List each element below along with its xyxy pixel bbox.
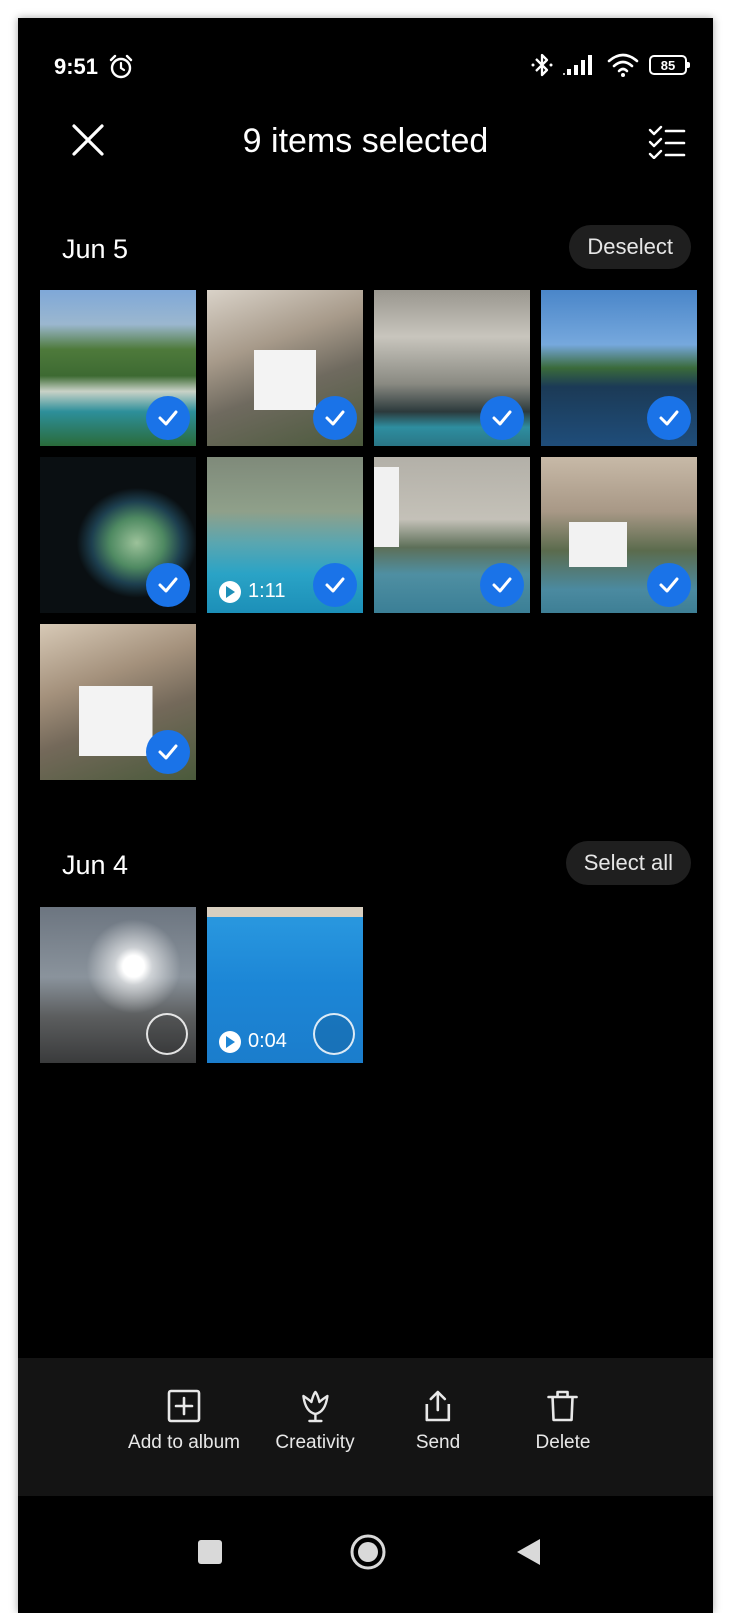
recents-button[interactable]	[188, 1530, 232, 1574]
action-toolbar: Add to album Creativity Send Delete	[18, 1358, 713, 1496]
battery-icon: 85	[649, 55, 690, 75]
photo-thumbnail[interactable]	[40, 457, 196, 613]
section-date-jun4: Jun 4	[62, 850, 129, 880]
video-thumbnail[interactable]: 0:04	[207, 907, 363, 1063]
checklist-icon	[648, 125, 686, 159]
selected-check-icon[interactable]	[313, 396, 357, 440]
photo-thumbnail[interactable]	[40, 907, 196, 1063]
selected-check-icon[interactable]	[647, 396, 691, 440]
video-duration-text: 1:11	[248, 580, 286, 602]
selected-check-icon[interactable]	[146, 730, 190, 774]
selected-check-icon[interactable]	[313, 563, 357, 607]
select-all-button[interactable]: Select all	[565, 841, 691, 885]
unselected-circle-icon[interactable]	[313, 1013, 355, 1055]
home-circle-icon	[350, 1534, 386, 1570]
delete-button[interactable]: Delete	[535, 1388, 591, 1454]
wifi-icon	[607, 53, 639, 77]
system-nav-bar	[18, 1496, 713, 1613]
signal-icon	[563, 55, 592, 75]
photo-thumbnail[interactable]	[374, 290, 530, 446]
photo-thumbnail[interactable]	[40, 624, 196, 780]
deselect-button[interactable]: Deselect	[569, 225, 691, 269]
selected-check-icon[interactable]	[146, 396, 190, 440]
play-icon	[219, 580, 241, 603]
home-button[interactable]	[346, 1530, 390, 1574]
trash-icon	[547, 1390, 579, 1422]
page-title: 9 items selected	[242, 122, 489, 160]
bluetooth-icon	[531, 53, 553, 77]
video-duration: 0:04	[219, 1030, 287, 1053]
photo-thumbnail[interactable]	[541, 290, 697, 446]
section-date-jun5: Jun 5	[62, 234, 129, 264]
photo-thumbnail[interactable]	[207, 290, 363, 446]
tulip-icon	[301, 1390, 329, 1423]
video-duration: 1:11	[219, 580, 285, 603]
battery-level: 85	[660, 57, 676, 73]
selected-check-icon[interactable]	[480, 396, 524, 440]
photo-thumbnail[interactable]	[541, 457, 697, 613]
square-icon	[198, 1540, 222, 1564]
photo-thumbnail[interactable]	[374, 457, 530, 613]
add-to-album-button[interactable]: Add to album	[128, 1388, 240, 1454]
alarm-clock-icon	[109, 54, 133, 79]
selected-check-icon[interactable]	[480, 563, 524, 607]
unselected-circle-icon[interactable]	[146, 1013, 188, 1055]
add-to-album-label: Add to album	[128, 1432, 240, 1453]
status-time: 9:51	[54, 54, 99, 79]
photo-thumbnail[interactable]	[40, 290, 196, 446]
creativity-label: Creativity	[275, 1432, 355, 1453]
delete-label: Delete	[535, 1432, 591, 1453]
send-label: Send	[415, 1432, 461, 1453]
video-thumbnail[interactable]: 1:11	[207, 457, 363, 613]
video-duration-text: 0:04	[248, 1030, 287, 1052]
selected-check-icon[interactable]	[146, 563, 190, 607]
back-button[interactable]	[506, 1530, 550, 1574]
phone-screen: 9:51 85 9 items selected Jun 5 Deselect …	[18, 18, 713, 1613]
play-icon	[219, 1030, 241, 1053]
share-icon	[425, 1390, 451, 1422]
add-box-icon	[167, 1389, 201, 1423]
back-triangle-icon	[517, 1539, 540, 1565]
select-mode-button[interactable]	[645, 120, 689, 164]
creativity-button[interactable]: Creativity	[275, 1388, 355, 1454]
send-button[interactable]: Send	[416, 1388, 460, 1454]
selected-check-icon[interactable]	[647, 563, 691, 607]
status-icons: 85	[531, 52, 690, 78]
